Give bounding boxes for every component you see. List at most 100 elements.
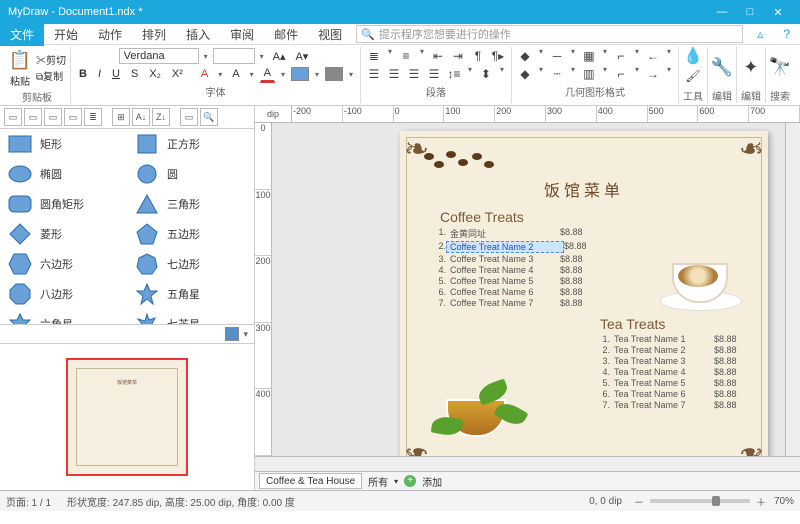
shape-item[interactable]: 六角星 [0, 309, 127, 325]
paste-icon[interactable]: 📋 [8, 47, 32, 73]
tab-mail[interactable]: 邮件 [264, 26, 308, 43]
add-page-label[interactable]: 添加 [422, 474, 442, 489]
tb-new-icon[interactable]: ▭ [24, 108, 42, 126]
shape-item[interactable]: 八边形 [0, 279, 127, 309]
chevron-down-icon[interactable]: ▾ [312, 70, 322, 79]
ribbon-collapse-icon[interactable]: ▵ [747, 27, 773, 41]
pilcrow-button[interactable]: ¶ [469, 47, 487, 65]
line-spacing-button[interactable]: ↕≡ [445, 65, 463, 83]
dash-icon[interactable]: ┄ [548, 65, 566, 83]
shape-item[interactable]: 三角形 [127, 189, 254, 219]
shadow-icon[interactable]: ▦ [580, 47, 598, 65]
strike-button[interactable]: S [127, 66, 142, 82]
zoom-slider[interactable] [650, 499, 750, 503]
tb-preview-icon[interactable]: ▭ [180, 108, 198, 126]
eyedropper-icon[interactable]: 💧 [684, 47, 702, 65]
shadow-swatch[interactable] [325, 67, 343, 81]
chevron-down-icon[interactable]: ▾ [215, 70, 225, 79]
shape-list[interactable]: 矩形正方形椭圆圆圆角矩形三角形菱形五边形六边形七边形八边形五角星六角星七芒星 [0, 129, 254, 325]
shape-item[interactable]: 六边形 [0, 249, 127, 279]
page-thumbnail[interactable]: 饭馆菜单 [66, 358, 188, 476]
file-tab[interactable]: 文件 [0, 22, 44, 46]
tab-insert[interactable]: 插入 [176, 26, 220, 43]
tb-sort-az-icon[interactable]: A↓ [132, 108, 150, 126]
shape-item[interactable]: 圆角矩形 [0, 189, 127, 219]
binoculars-icon[interactable]: 🔭 [771, 58, 789, 76]
italic-button[interactable]: I [94, 66, 105, 82]
subscript-button[interactable]: X₂ [145, 66, 165, 82]
page-tab-current[interactable]: Coffee & Tea House [259, 473, 362, 489]
line-style-icon[interactable]: ─ [548, 47, 566, 65]
shape-fill-swatch[interactable] [291, 67, 309, 81]
corner2-icon[interactable]: ⌐ [612, 65, 630, 83]
shape-item[interactable]: 圆 [127, 159, 254, 189]
tb-save-icon[interactable]: ▭ [44, 108, 62, 126]
scrollbar-horizontal[interactable] [255, 456, 800, 471]
tb-list-icon[interactable]: ≣ [84, 108, 102, 126]
shape-item[interactable]: 正方形 [127, 129, 254, 159]
underline-button[interactable]: U [108, 66, 124, 82]
wrench-icon[interactable]: 🔧 [713, 58, 731, 76]
justify-button[interactable]: ☰ [425, 65, 443, 83]
tb-open-icon[interactable]: ▭ [4, 108, 22, 126]
page-tab-all[interactable]: 所有 [368, 474, 388, 489]
add-page-icon[interactable]: + [404, 475, 416, 487]
shrink-font-button[interactable]: A▾ [291, 48, 312, 65]
chevron-down-icon[interactable]: ▾ [394, 477, 398, 486]
zoom-out-button[interactable]: － [634, 494, 644, 509]
scrollbar-vertical[interactable] [785, 123, 800, 456]
tab-action[interactable]: 动作 [88, 26, 132, 43]
zoom-level[interactable]: 70% [774, 496, 794, 507]
theme-icon[interactable]: ▥ [580, 65, 598, 83]
align-center-button[interactable]: ☰ [385, 65, 403, 83]
font-color-button[interactable]: A [260, 65, 275, 83]
valign-button[interactable]: ⬍ [477, 65, 495, 83]
highlight-button[interactable]: A [228, 66, 243, 82]
thumb-menu-chevron[interactable]: ▾ [243, 329, 248, 340]
shape-item[interactable]: 七边形 [127, 249, 254, 279]
chevron-down-icon[interactable]: ▾ [201, 52, 211, 61]
font-fill-button[interactable]: A [197, 66, 212, 82]
minimize-button[interactable]: ― [708, 6, 736, 18]
arrow-start-icon[interactable]: ← [644, 47, 662, 65]
maximize-button[interactable]: □ [736, 6, 764, 18]
paintbrush-icon[interactable]: 🖌 [684, 67, 702, 85]
tb-search-icon[interactable]: 🔍 [200, 108, 218, 126]
help-icon[interactable]: ? [773, 27, 800, 41]
ltr-button[interactable]: ¶▸ [489, 47, 507, 65]
canvas[interactable]: ❧ ❧ ❧ ❧ 饭馆菜单 Coffee Treats 1.金黄同址$8.882.… [272, 123, 785, 456]
close-button[interactable]: ✕ [764, 6, 792, 19]
zoom-in-button[interactable]: ＋ [756, 494, 766, 509]
chevron-down-icon[interactable]: ▾ [346, 70, 356, 79]
star-icon[interactable]: ✦ [742, 58, 760, 76]
chevron-down-icon[interactable]: ▾ [257, 52, 267, 61]
tab-review[interactable]: 审阅 [220, 26, 264, 43]
grow-font-button[interactable]: A▴ [269, 48, 290, 65]
shape-item[interactable]: 矩形 [0, 129, 127, 159]
tab-arrange[interactable]: 排列 [132, 26, 176, 43]
tb-sort-za-icon[interactable]: Z↓ [152, 108, 170, 126]
outdent-button[interactable]: ⇤ [429, 47, 447, 65]
align-right-button[interactable]: ☰ [405, 65, 423, 83]
chevron-down-icon[interactable]: ▾ [278, 70, 288, 79]
page-document[interactable]: ❧ ❧ ❧ ❧ 饭馆菜单 Coffee Treats 1.金黄同址$8.882.… [400, 131, 768, 456]
chevron-down-icon[interactable]: ▾ [247, 70, 257, 79]
align-left-button[interactable]: ☰ [365, 65, 383, 83]
tab-view[interactable]: 视图 [308, 26, 352, 43]
shape-item[interactable]: 七芒星 [127, 309, 254, 325]
superscript-button[interactable]: X² [168, 66, 187, 82]
font-size-combo[interactable] [213, 48, 255, 64]
indent-button[interactable]: ⇥ [449, 47, 467, 65]
bold-button[interactable]: B [75, 66, 91, 82]
bullets-button[interactable]: ≣ [365, 47, 383, 65]
fill-icon[interactable]: ◆ [516, 47, 534, 65]
shape-item[interactable]: 五角星 [127, 279, 254, 309]
corner-icon[interactable]: ⌐ [612, 47, 630, 65]
shape-item[interactable]: 椭圆 [0, 159, 127, 189]
thumb-color-swatch[interactable] [225, 327, 239, 341]
tab-home[interactable]: 开始 [44, 26, 88, 43]
tb-grid-icon[interactable]: ⊞ [112, 108, 130, 126]
tell-me-search[interactable]: 🔍 提示程序您想要进行的操作 [356, 25, 743, 43]
numbering-button[interactable]: ≡ [397, 47, 415, 65]
cut-button[interactable]: ✂剪切 [36, 52, 66, 67]
